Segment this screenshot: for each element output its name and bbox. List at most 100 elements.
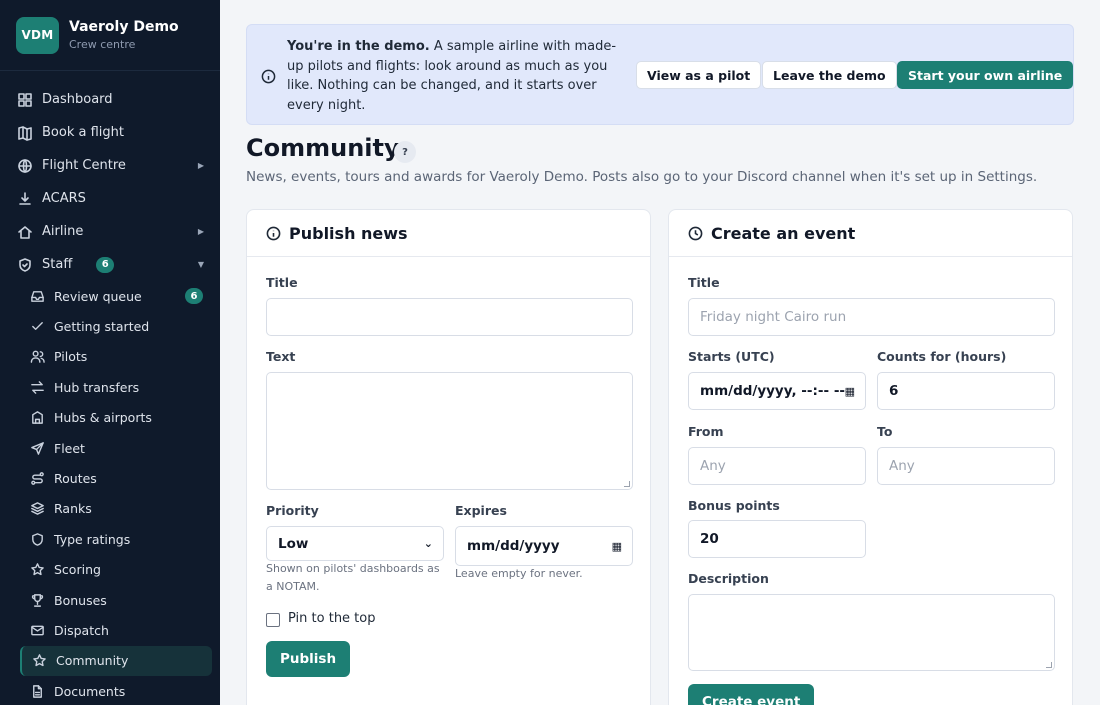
sidebar-item-label: Documents	[54, 683, 126, 699]
sidebar-item-label: Bonuses	[54, 592, 107, 608]
sidebar-item-ranks[interactable]: Ranks	[0, 494, 212, 524]
nav-item-label: Airline	[42, 224, 84, 239]
sidebar-item-pilots[interactable]: Pilots	[0, 342, 212, 372]
sidebar-item-label: Hub transfers	[54, 379, 140, 395]
create-event-card: Create an event Title Friday night Cairo…	[668, 209, 1073, 705]
pin-to-top-label[interactable]: Pin to the top	[288, 611, 376, 626]
nav-item-dashboard[interactable]: Dashboard	[0, 83, 220, 116]
star-icon	[30, 562, 45, 577]
news-title-label: Title	[266, 275, 298, 290]
sidebar-item-label: Hubs & airports	[54, 410, 152, 426]
sidebar-item-hub-transfers[interactable]: Hub transfers	[0, 372, 212, 402]
bonus-points-input[interactable]: 20	[688, 520, 866, 558]
nav-item-acars[interactable]: ACARS	[0, 182, 220, 215]
sidebar: VDM Vaeroly Demo Crew centre Dashboard B…	[0, 0, 220, 705]
starts-placeholder: mm/dd/yyyy, --:-- --	[700, 383, 846, 399]
info-icon	[261, 69, 276, 84]
publish-button[interactable]: Publish	[266, 641, 351, 677]
badge-icon	[30, 532, 45, 547]
staff-submenu: Review queue 6 Getting started Pilots Hu…	[0, 281, 220, 705]
sidebar-item-community[interactable]: Community	[20, 645, 212, 677]
brand-name: Vaeroly Demo	[69, 19, 179, 35]
starts-label: Starts (UTC)	[688, 349, 775, 364]
layers-icon	[30, 501, 45, 516]
resize-handle-icon[interactable]	[624, 481, 630, 487]
nav-item-book-a-flight[interactable]: Book a flight	[0, 116, 220, 149]
main-content: You're in the demo. A sample airline wit…	[220, 0, 1100, 705]
sidebar-item-routes[interactable]: Routes	[0, 463, 212, 493]
sidebar-item-review-queue[interactable]: Review queue 6	[0, 281, 212, 311]
resize-handle-icon[interactable]	[1046, 662, 1052, 668]
sidebar-item-label: Review queue	[54, 288, 142, 304]
nav-item-flight-centre[interactable]: Flight Centre ▶	[0, 149, 220, 182]
view-as-pilot-button[interactable]: View as a pilot	[636, 61, 762, 89]
sidebar-item-fleet[interactable]: Fleet	[0, 433, 212, 463]
priority-label: Priority	[266, 503, 319, 518]
from-input[interactable]: Any	[688, 447, 866, 485]
sidebar-item-label: Fleet	[54, 440, 85, 456]
home-icon	[17, 224, 33, 240]
news-title-input[interactable]	[266, 298, 633, 336]
from-label: From	[688, 424, 724, 439]
sidebar-item-documents[interactable]: Documents	[0, 676, 212, 705]
description-textarea[interactable]	[688, 594, 1055, 671]
brand[interactable]: VDM Vaeroly Demo Crew centre	[0, 0, 220, 71]
to-label: To	[877, 424, 893, 439]
route-icon	[30, 471, 45, 486]
sidebar-item-dispatch[interactable]: Dispatch	[0, 615, 212, 645]
pin-to-top-checkbox[interactable]	[266, 613, 280, 627]
demo-banner-bold: You're in the demo.	[287, 39, 430, 54]
nav-item-label: Staff	[42, 257, 73, 272]
calendar-icon[interactable]: ▦	[845, 385, 855, 398]
demo-banner-text: You're in the demo. A sample airline wit…	[287, 37, 632, 115]
news-text-area[interactable]	[266, 372, 633, 490]
create-event-title: Create an event	[711, 223, 856, 243]
nav-item-staff[interactable]: Staff 6 ▼	[0, 248, 220, 281]
event-title-label: Title	[688, 275, 720, 290]
news-text-label: Text	[266, 349, 296, 364]
expires-date-input[interactable]: mm/dd/yyyy ▦	[455, 526, 633, 566]
staff-count-badge: 6	[96, 256, 115, 273]
to-input[interactable]: Any	[877, 447, 1055, 485]
counts-for-input[interactable]: 6	[877, 372, 1055, 410]
counts-for-label: Counts for (hours)	[877, 349, 1007, 364]
plane-icon	[30, 441, 45, 456]
create-event-button[interactable]: Create event	[688, 684, 815, 705]
chevron-right-icon: ▶	[197, 161, 204, 170]
sidebar-item-label: Community	[56, 653, 129, 669]
priority-help: Shown on pilots' dashboards as a NOTAM.	[266, 562, 440, 593]
leave-demo-button[interactable]: Leave the demo	[762, 61, 897, 89]
starts-datetime-input[interactable]: mm/dd/yyyy, --:-- -- ▦	[688, 372, 866, 410]
nav-item-label: ACARS	[42, 191, 86, 206]
start-own-airline-button[interactable]: Start your own airline	[897, 61, 1074, 89]
sidebar-item-scoring[interactable]: Scoring	[0, 555, 212, 585]
description-label: Description	[688, 571, 769, 586]
sidebar-item-label: Type ratings	[54, 531, 131, 547]
sidebar-item-bonuses[interactable]: Bonuses	[0, 585, 212, 615]
sidebar-item-label: Ranks	[54, 501, 92, 517]
nav-item-label: Flight Centre	[42, 158, 126, 173]
mail-icon	[30, 623, 45, 638]
priority-select[interactable]: Low ⌄	[266, 526, 444, 561]
transfer-icon	[30, 380, 45, 395]
sidebar-item-label: Dispatch	[54, 622, 109, 638]
check-icon	[30, 319, 45, 334]
bonus-points-label: Bonus points	[688, 498, 780, 513]
priority-value: Low	[278, 535, 309, 552]
map-icon	[17, 125, 33, 141]
brand-subtitle: Crew centre	[69, 38, 136, 51]
document-icon	[30, 684, 45, 699]
sidebar-item-getting-started[interactable]: Getting started	[0, 311, 212, 341]
building-icon	[30, 410, 45, 425]
dashboard-icon	[17, 92, 33, 108]
nav-item-label: Dashboard	[42, 92, 113, 107]
sidebar-item-hubs-airports[interactable]: Hubs & airports	[0, 403, 212, 433]
nav-item-airline[interactable]: Airline ▶	[0, 215, 220, 248]
event-title-input[interactable]: Friday night Cairo run	[688, 298, 1055, 336]
star-icon	[32, 653, 47, 668]
sidebar-item-type-ratings[interactable]: Type ratings	[0, 524, 212, 554]
help-button[interactable]: ?	[394, 141, 416, 163]
sidebar-item-label: Routes	[54, 471, 97, 487]
calendar-icon[interactable]: ▦	[612, 540, 622, 553]
chevron-down-icon: ▼	[197, 260, 204, 269]
